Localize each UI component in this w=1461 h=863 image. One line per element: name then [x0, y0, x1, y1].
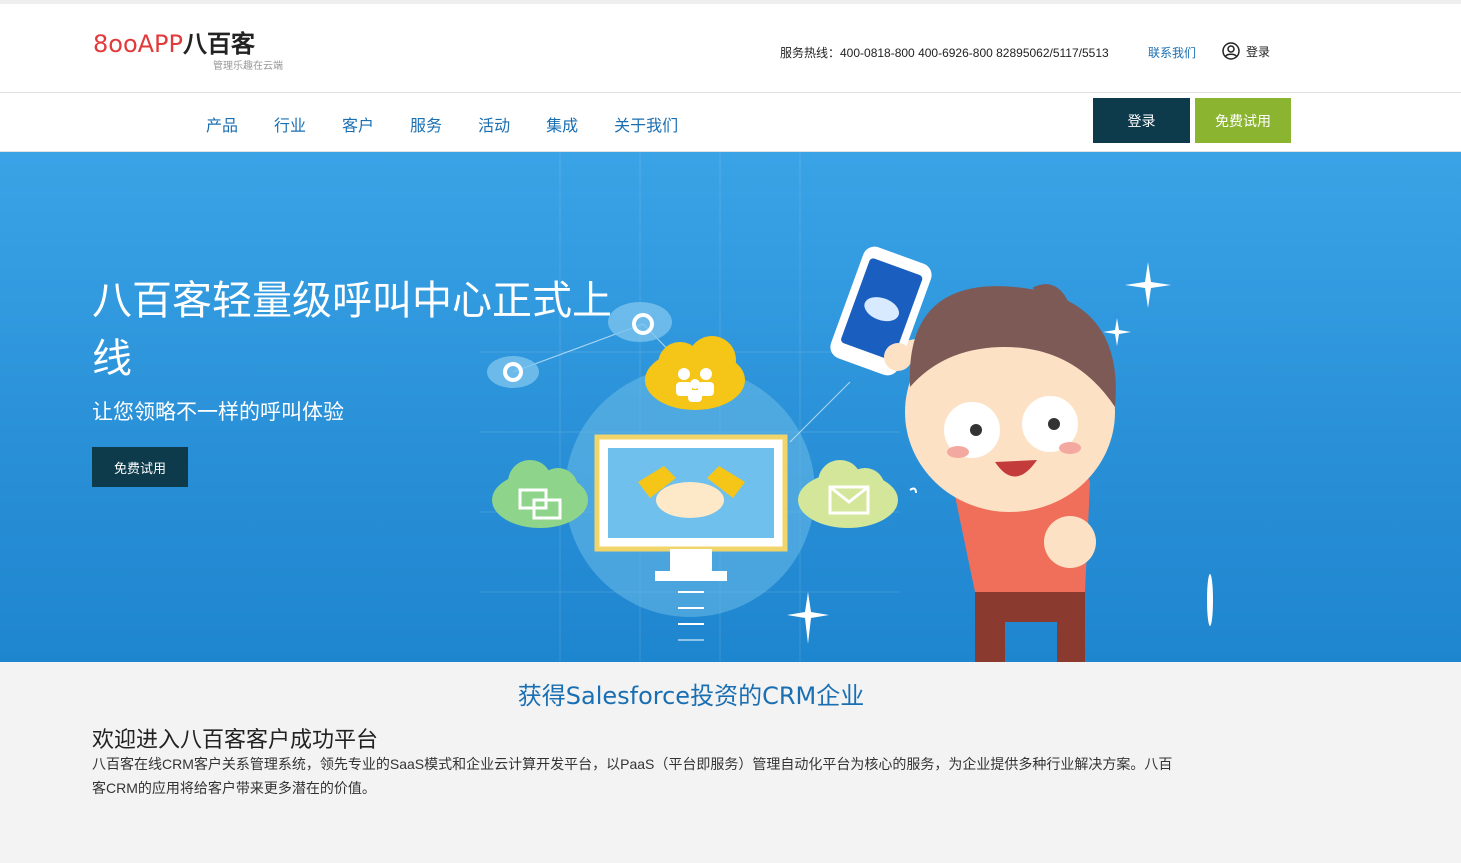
nav-item-services[interactable]: 服务	[410, 112, 442, 136]
main-nav: 产品 行业 客户 服务 活动 集成 关于我们 登录 免费试用	[0, 93, 1461, 152]
logo[interactable]: 8ooAPP八百客 管理乐趣在云端	[93, 30, 283, 72]
login-button[interactable]: 登录	[1093, 98, 1190, 143]
logo-cn: 八百客	[183, 30, 255, 58]
nav-item-industry[interactable]: 行业	[274, 112, 306, 136]
service-hotline: 服务热线：400-0818-800 400-6926-800 82895062/…	[780, 46, 1109, 60]
nav-item-events[interactable]: 活动	[478, 112, 510, 136]
logo-wordmark: 8ooAPP八百客	[93, 30, 255, 58]
nav-item-customers[interactable]: 客户	[342, 112, 374, 136]
hero-free-trial-button[interactable]: 免费试用	[92, 447, 188, 487]
nav-item-integration[interactable]: 集成	[546, 112, 578, 136]
nav-item-products[interactable]: 产品	[206, 112, 238, 136]
free-trial-button[interactable]: 免费试用	[1195, 98, 1291, 143]
hero-subtitle: 让您领略不一样的呼叫体验	[92, 400, 344, 424]
contact-us-link[interactable]: 联系我们	[1148, 44, 1196, 61]
welcome-text: 八百客在线CRM客户关系管理系统，领先专业的SaaS模式和企业云计算开发平台，以…	[92, 756, 1173, 796]
user-icon	[1222, 42, 1240, 60]
nav-menu: 产品 行业 客户 服务 活动 集成 关于我们	[206, 112, 714, 136]
mail-icon	[798, 460, 917, 528]
logo-text: 8ooAPP	[93, 30, 183, 58]
welcome-title: 欢迎进入八百客客户成功平台	[92, 728, 379, 753]
cartoon-character	[830, 246, 1116, 662]
logo-slogan: 管理乐趣在云端	[213, 61, 283, 72]
hero-banner: 八百客轻量级呼叫中心正式上线 让您领略不一样的呼叫体验 免费试用	[0, 152, 1461, 662]
tagline: 获得Salesforce投资的CRM企业	[517, 682, 865, 710]
nav-item-about[interactable]: 关于我们	[614, 112, 678, 136]
hero-title: 八百客轻量级呼叫中心正式上线	[92, 278, 612, 382]
top-login-link[interactable]: 登录	[1222, 42, 1270, 60]
cloud-people-icon	[645, 336, 745, 410]
top-header: 8ooAPP八百客 管理乐趣在云端 服务热线：400-0818-800 400-…	[0, 0, 1461, 93]
top-login-label: 登录	[1246, 44, 1271, 59]
